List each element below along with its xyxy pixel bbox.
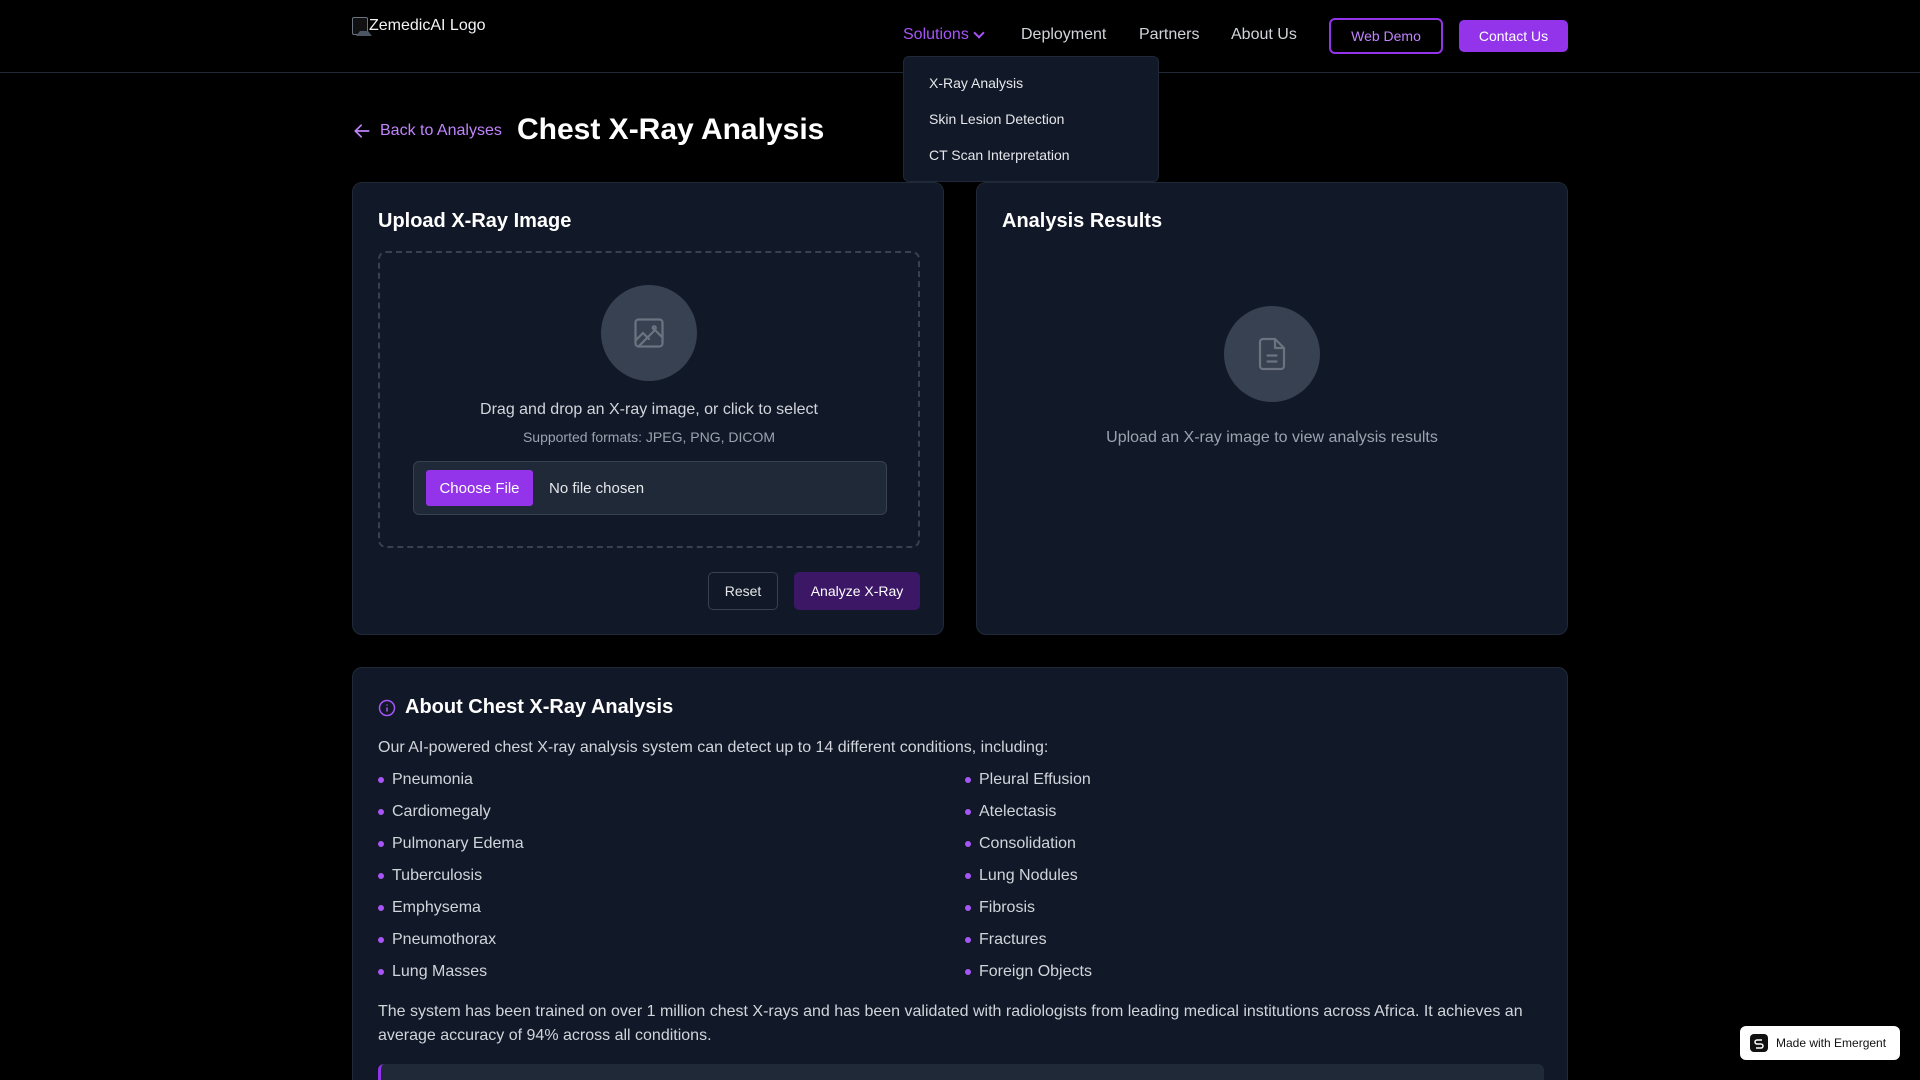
about-note: The system has been trained on over 1 mi… [378, 1003, 1523, 1044]
condition-label: Lung Nodules [979, 867, 1078, 884]
condition-label: Pulmonary Edema [392, 835, 524, 852]
condition-label: Atelectasis [979, 803, 1057, 820]
highlight-box [378, 1064, 1544, 1080]
bullet-icon [378, 873, 384, 879]
list-item: Atelectasis [965, 803, 1092, 835]
bullet-icon [965, 905, 971, 911]
dropdown-item-skin-lesion[interactable]: Skin Lesion Detection [929, 111, 1064, 127]
condition-label: Pleural Effusion [979, 771, 1091, 788]
condition-label: Tuberculosis [392, 867, 483, 884]
list-item: Consolidation [965, 835, 1092, 867]
bullet-icon [378, 841, 384, 847]
results-card-title: Analysis Results [1002, 210, 1163, 232]
bullet-icon [965, 937, 971, 943]
arrow-left-icon [354, 124, 370, 138]
emergent-logo-glyph [1754, 1039, 1764, 1049]
solutions-dropdown: X-Ray Analysis Skin Lesion Detection CT … [903, 56, 1159, 182]
info-icon [378, 699, 396, 716]
conditions-list-right: Pleural Effusion Atelectasis Consolidati… [965, 771, 1092, 995]
contact-us-button[interactable]: Contact Us [1459, 20, 1568, 52]
list-item: Lung Nodules [965, 867, 1092, 899]
document-icon [1258, 337, 1286, 371]
choose-file-button[interactable]: Choose File [426, 470, 533, 506]
dropzone-instructions: Drag and drop an X-ray image, or click t… [480, 401, 818, 418]
list-item: Tuberculosis [378, 867, 524, 899]
bullet-icon [378, 937, 384, 943]
condition-label: Pneumonia [392, 771, 473, 788]
bullet-icon [378, 809, 384, 815]
list-item: Pneumothorax [378, 931, 524, 963]
made-with-emergent-badge[interactable]: Made with Emergent [1740, 1026, 1900, 1060]
nav-solutions[interactable]: Solutions [903, 26, 985, 44]
web-demo-button[interactable]: Web Demo [1329, 18, 1443, 54]
dropdown-item-xray[interactable]: X-Ray Analysis [929, 75, 1023, 91]
upload-card: Upload X-Ray Image Drag and drop an X-ra… [352, 182, 944, 635]
condition-label: Pneumothorax [392, 931, 497, 948]
list-item: Fibrosis [965, 899, 1092, 931]
upload-card-title: Upload X-Ray Image [378, 210, 572, 232]
list-item: Fractures [965, 931, 1092, 963]
about-header: About Chest X-Ray Analysis [378, 696, 673, 719]
emergent-logo-icon [1750, 1034, 1768, 1052]
document-icon-circle [1224, 306, 1320, 402]
bullet-icon [965, 809, 971, 815]
list-item: Foreign Objects [965, 963, 1092, 995]
condition-label: Fractures [979, 931, 1047, 948]
image-icon-circle [601, 285, 697, 381]
file-input[interactable]: Choose File No file chosen [413, 461, 887, 515]
nav-solutions-label: Solutions [903, 26, 969, 43]
bullet-icon [378, 905, 384, 911]
conditions-list-left: Pneumonia Cardiomegaly Pulmonary Edema T… [378, 771, 524, 995]
about-card: About Chest X-Ray Analysis Our AI-powere… [352, 667, 1568, 1080]
results-empty-text: Upload an X-ray image to view analysis r… [1106, 429, 1438, 446]
list-item: Pleural Effusion [965, 771, 1092, 803]
badge-label: Made with Emergent [1776, 1036, 1887, 1050]
chevron-down-icon [973, 26, 985, 39]
condition-label: Lung Masses [392, 963, 488, 980]
bullet-icon [965, 777, 971, 783]
logo-alt-text: ZemedicAI Logo [369, 17, 486, 34]
file-status: No file chosen [549, 480, 645, 497]
nav-partners[interactable]: Partners [1139, 26, 1199, 44]
logo[interactable]: ZemedicAI Logo [352, 17, 486, 36]
reset-button[interactable]: Reset [708, 572, 778, 610]
nav-deployment[interactable]: Deployment [1021, 26, 1106, 44]
bullet-icon [965, 873, 971, 879]
about-intro: Our AI-powered chest X-ray analysis syst… [378, 739, 1049, 756]
list-item: Cardiomegaly [378, 803, 524, 835]
dropdown-item-ct-scan[interactable]: CT Scan Interpretation [929, 147, 1070, 163]
results-card: Analysis Results Upload an X-ray image t… [976, 182, 1568, 635]
back-link-label: Back to Analyses [380, 122, 502, 139]
nav-about-us[interactable]: About Us [1231, 26, 1297, 44]
broken-image-icon [352, 17, 372, 36]
analyze-xray-button[interactable]: Analyze X-Ray [794, 572, 920, 610]
back-to-analyses-link[interactable]: Back to Analyses [352, 121, 502, 141]
image-icon [634, 318, 664, 348]
supported-formats: Supported formats: JPEG, PNG, DICOM [522, 429, 776, 445]
about-title: About Chest X-Ray Analysis [405, 696, 674, 718]
bullet-icon [965, 969, 971, 975]
bullet-icon [965, 841, 971, 847]
list-item: Pneumonia [378, 771, 524, 803]
upload-dropzone[interactable]: Drag and drop an X-ray image, or click t… [378, 251, 920, 548]
list-item: Pulmonary Edema [378, 835, 524, 867]
bullet-icon [378, 969, 384, 975]
condition-label: Emphysema [392, 899, 481, 916]
bullet-icon [378, 777, 384, 783]
condition-label: Fibrosis [979, 899, 1036, 916]
condition-label: Foreign Objects [979, 963, 1092, 980]
condition-label: Consolidation [979, 835, 1076, 852]
condition-label: Cardiomegaly [392, 803, 491, 820]
list-item: Lung Masses [378, 963, 524, 995]
page-title: Chest X-Ray Analysis [517, 113, 825, 146]
list-item: Emphysema [378, 899, 524, 931]
